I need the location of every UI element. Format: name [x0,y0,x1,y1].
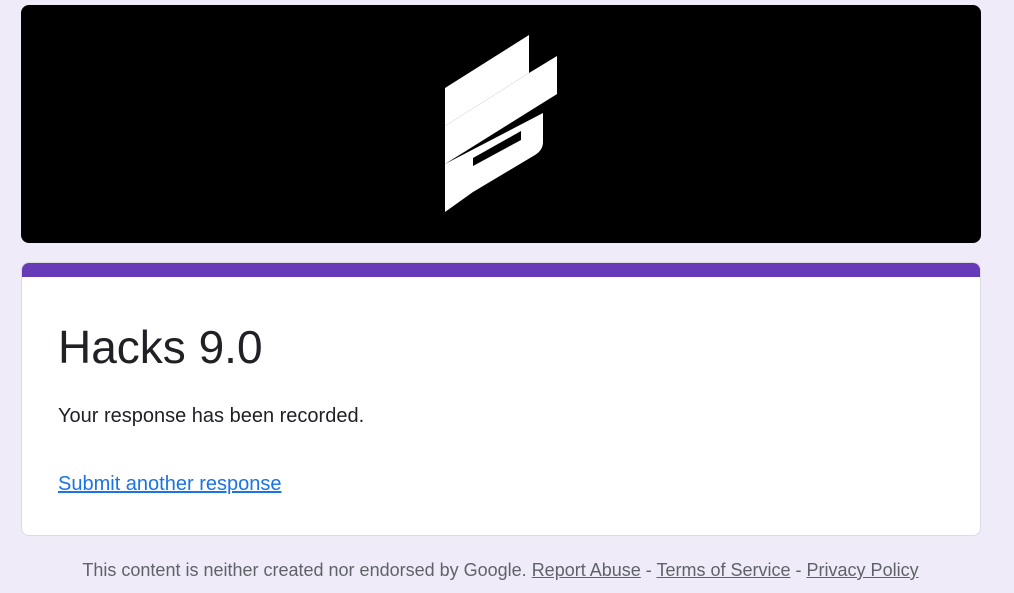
footer-separator: - [795,560,802,580]
stylized-z-logo-icon [445,35,557,212]
form-title: Hacks 9.0 [58,321,263,373]
terms-of-service-link[interactable]: Terms of Service [656,560,790,580]
footer: This content is neither created nor endo… [0,558,1001,582]
report-abuse-link[interactable]: Report Abuse [532,560,641,580]
submit-another-response-link[interactable]: Submit another response [58,471,281,497]
footer-disclaimer: This content is neither created nor endo… [82,560,527,580]
footer-separator: - [645,560,652,580]
privacy-policy-link[interactable]: Privacy Policy [807,560,919,580]
header-banner [21,5,981,243]
confirmation-card: Hacks 9.0 Your response has been recorde… [21,262,981,536]
confirmation-message: Your response has been recorded. [58,405,365,427]
card-accent-bar [22,263,980,277]
